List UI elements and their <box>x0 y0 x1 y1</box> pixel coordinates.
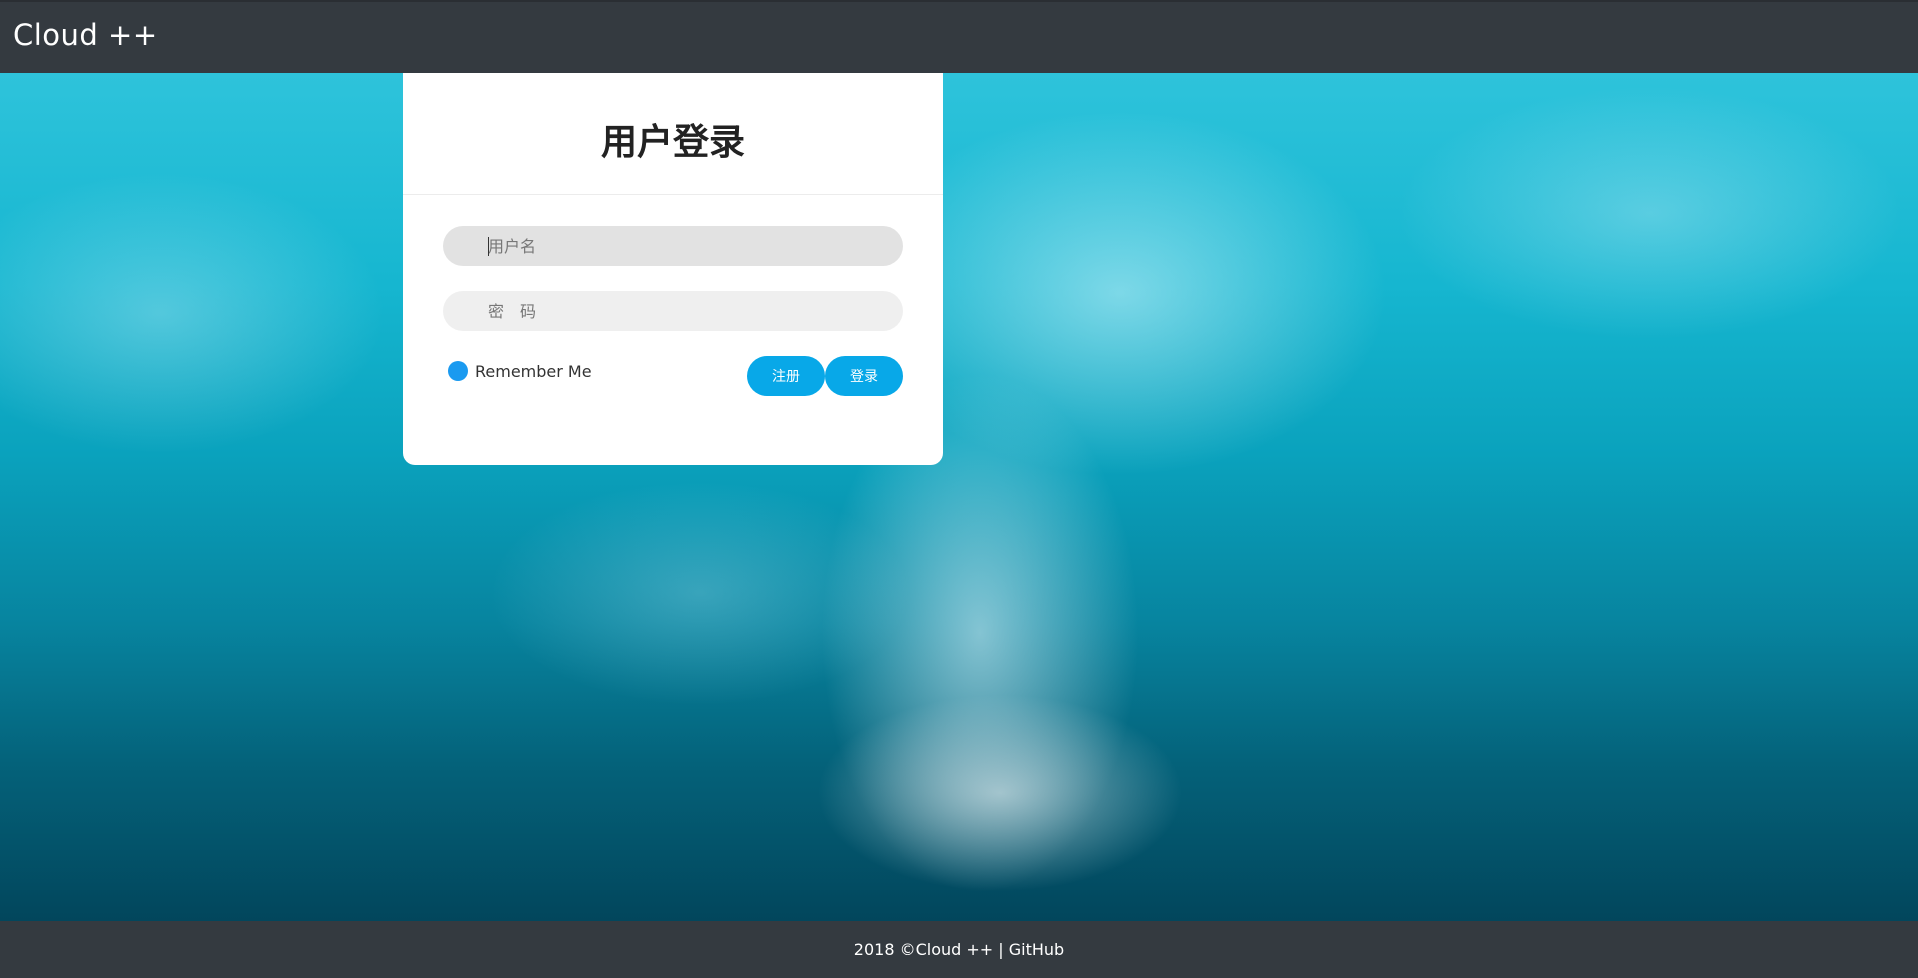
navbar: Cloud ++ <box>0 0 1918 73</box>
login-title: 用户登录 <box>600 122 745 163</box>
login-button[interactable]: 登录 <box>825 356 903 396</box>
card-divider <box>403 194 943 195</box>
footer: 2018 ©Cloud ++ | GitHub <box>0 921 1918 978</box>
remember-me-checkbox[interactable]: Remember Me <box>448 360 592 382</box>
page: Cloud ++ 用户登录 Remember Me 注册 登录 2018 ©Cl… <box>0 0 1918 978</box>
github-link[interactable]: GitHub <box>1009 940 1064 959</box>
brand-logo[interactable]: Cloud ++ <box>13 18 158 52</box>
remember-me-label: Remember Me <box>475 361 592 381</box>
username-input[interactable] <box>443 226 903 266</box>
footer-copyright: 2018 ©Cloud ++ | <box>853 940 1004 959</box>
background-hero <box>0 73 1918 921</box>
text-caret <box>488 237 489 256</box>
register-button[interactable]: 注册 <box>747 356 825 396</box>
password-input[interactable] <box>443 291 903 331</box>
remember-radio-icon[interactable] <box>448 361 468 381</box>
login-card: 用户登录 Remember Me 注册 登录 <box>403 73 943 465</box>
footer-text: 2018 ©Cloud ++ | GitHub <box>0 921 1918 978</box>
